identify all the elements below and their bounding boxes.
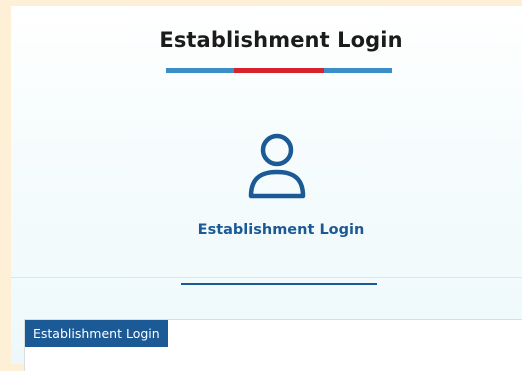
active-underline <box>181 283 377 285</box>
title-underline-red <box>234 68 324 73</box>
login-panel: Establishment Login <box>24 319 522 371</box>
user-icon[interactable] <box>245 130 309 202</box>
title-underline-blue-right <box>324 68 392 73</box>
establishment-login-link[interactable]: Establishment Login <box>141 222 421 238</box>
page-title: Establishment Login <box>159 28 403 52</box>
login-page: Establishment Login Establishment Login … <box>11 6 522 371</box>
title-underline-blue-left <box>166 68 234 73</box>
section-divider <box>11 277 522 278</box>
panel-tab-establishment-login[interactable]: Establishment Login <box>25 320 168 347</box>
